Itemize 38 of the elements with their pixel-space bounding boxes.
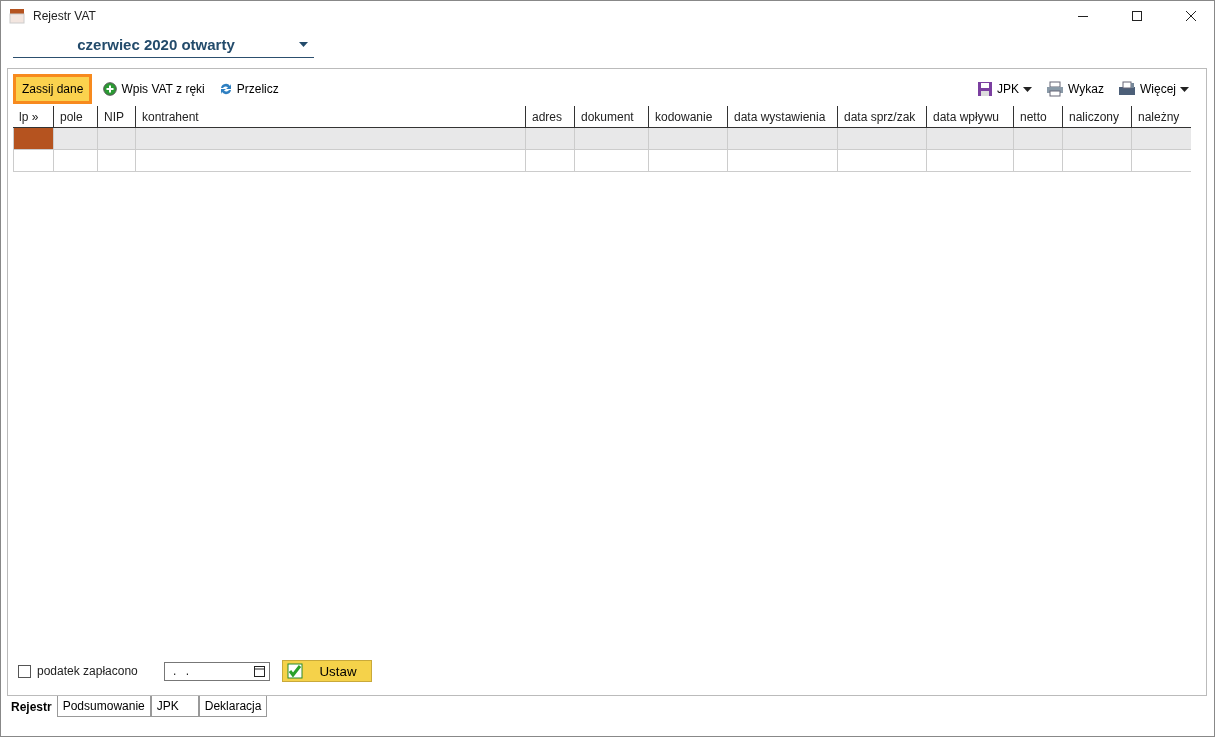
- caret-icon: [299, 41, 308, 47]
- maximize-icon: [1132, 11, 1142, 21]
- toolbar-button[interactable]: Przelicz: [215, 80, 282, 98]
- close-icon: [1186, 11, 1196, 21]
- fax-machine-icon: [1118, 81, 1136, 97]
- printer-icon: [1046, 81, 1065, 97]
- minimize-icon: [1078, 15, 1088, 17]
- paid-checkbox[interactable]: [18, 664, 31, 678]
- app-icon: [9, 8, 25, 24]
- toolbar-button[interactable]: Wykaz: [1043, 79, 1107, 99]
- table-cell: [53, 128, 97, 150]
- table-cell: [1131, 128, 1191, 150]
- date-field[interactable]: . .: [164, 661, 270, 681]
- table-cell: [97, 150, 135, 172]
- table-cell: [1131, 150, 1191, 172]
- refresh-icon: [218, 82, 233, 96]
- calendar-icon[interactable]: [254, 665, 265, 677]
- set-button[interactable]: Ustaw: [282, 660, 372, 682]
- table-cell: [1062, 150, 1131, 172]
- window-title: Rejestr VAT: [33, 9, 97, 23]
- tab[interactable]: Deklaracja: [198, 696, 268, 717]
- table-cell: [525, 128, 574, 150]
- tab[interactable]: JPK: [150, 696, 199, 717]
- table-cell: [97, 128, 135, 150]
- period-dropdown[interactable]: czerwiec 2020 otwarty: [13, 31, 314, 58]
- table-cell: [525, 150, 574, 172]
- table-cell: [1013, 150, 1062, 172]
- checkbox-label: podatek zapłacono: [37, 664, 139, 678]
- table-cell: [53, 150, 97, 172]
- toolbar-button[interactable]: Więcej: [1115, 79, 1192, 99]
- checkmark-icon: [287, 663, 303, 679]
- fetch-data-button[interactable]: Zassij dane: [13, 74, 93, 104]
- plus-circle-icon: [103, 82, 118, 96]
- toolbar-button[interactable]: Wpis VAT z ręki: [100, 80, 208, 98]
- table-cell: [1013, 128, 1062, 150]
- tab[interactable]: Podsumowanie: [56, 696, 151, 717]
- toolbar-button[interactable]: JPK: [974, 79, 1036, 99]
- table-cell: [1062, 128, 1131, 150]
